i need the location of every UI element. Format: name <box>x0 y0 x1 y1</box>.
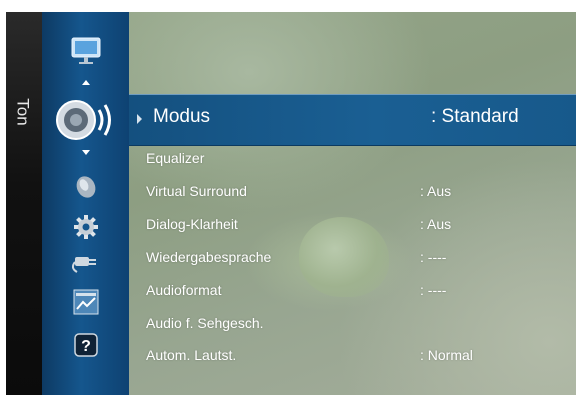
menu-item-auto-volume[interactable]: Autom. Lautst. : Normal <box>146 347 566 371</box>
menu-item-audio-description[interactable]: Audio f. Sehgesch. <box>146 315 566 339</box>
menu-item-value: : ---- <box>420 282 447 298</box>
input-icon[interactable] <box>42 248 129 274</box>
chevron-up-icon <box>42 78 129 86</box>
support-icon[interactable]: ? <box>42 330 129 360</box>
menu-item-label: Equalizer <box>146 150 205 166</box>
menu-item-equalizer[interactable]: Equalizer <box>146 150 566 174</box>
menu-side-strip: Ton <box>6 12 42 395</box>
menu-category-title: Ton <box>13 98 33 126</box>
menu-item-label: Audio f. Sehgesch. <box>146 315 264 331</box>
chevron-down-icon <box>42 149 129 157</box>
chevron-right-icon <box>137 114 142 124</box>
menu-item-value: : ---- <box>420 249 447 265</box>
menu-item-label: Modus <box>153 106 211 127</box>
sound-icon[interactable] <box>42 98 129 142</box>
gear-icon[interactable] <box>42 214 129 240</box>
menu-item-audio-format[interactable]: Audioformat : ---- <box>146 282 566 306</box>
svg-text:?: ? <box>81 338 91 355</box>
menu-item-value: : Standard <box>431 106 519 127</box>
channel-icon[interactable] <box>42 172 129 202</box>
menu-item-audio-language[interactable]: Wiedergabesprache : ---- <box>146 249 566 273</box>
menu-item-label: Virtual Surround <box>146 183 247 199</box>
menu-item-label: Dialog-Klarheit <box>146 216 238 232</box>
category-nav: ? <box>42 12 129 395</box>
menu-item-value: : Normal <box>420 347 473 363</box>
menu-item-dialog-clarity[interactable]: Dialog-Klarheit : Aus <box>146 216 566 240</box>
menu-item-virtual-surround[interactable]: Virtual Surround : Aus <box>146 183 566 207</box>
menu-item-value: : Aus <box>420 216 452 232</box>
menu-item-value: : Aus <box>420 183 452 199</box>
menu-item-label: Wiedergabesprache <box>146 249 272 265</box>
menu-item-label: Autom. Lautst. <box>146 347 237 363</box>
menu-item-selected[interactable]: Modus : Standard <box>129 94 576 146</box>
application-icon[interactable] <box>42 287 129 317</box>
menu-item-label: Audioformat <box>146 282 222 298</box>
picture-icon[interactable] <box>42 34 129 68</box>
